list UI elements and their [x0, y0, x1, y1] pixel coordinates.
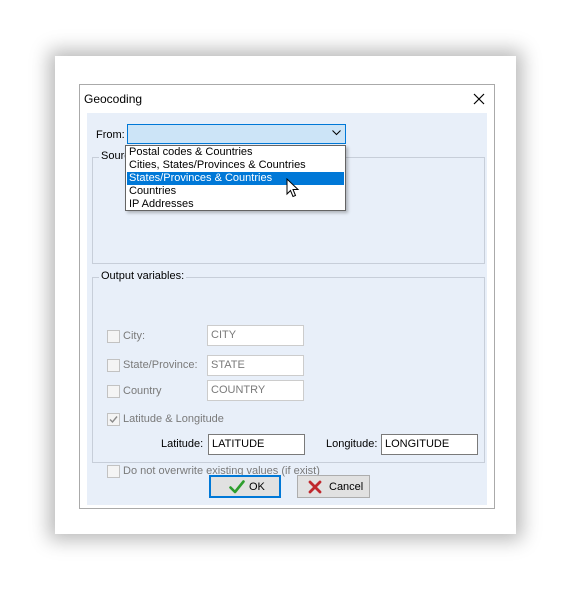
latitude-label: Latitude:: [161, 438, 204, 450]
state-field[interactable]: STATE: [207, 355, 304, 376]
from-option-postal[interactable]: Postal codes & Countries: [127, 146, 344, 159]
longitude-label: Longitude:: [326, 438, 378, 450]
country-field[interactable]: COUNTRY: [207, 380, 304, 401]
latlong-checkbox[interactable]: [107, 413, 120, 426]
no-overwrite-checkbox[interactable]: [107, 465, 120, 478]
from-combobox[interactable]: [127, 124, 346, 144]
ok-button-label: OK: [249, 481, 265, 493]
from-label: From:: [96, 129, 125, 141]
state-label: State/Province:: [123, 359, 198, 371]
output-group-title: Output variables:: [99, 270, 187, 282]
cancel-button-label: Cancel: [329, 481, 364, 493]
mouse-pointer-icon: [286, 178, 300, 198]
latlong-label: Latitude & Longitude: [123, 413, 224, 425]
from-option-cities[interactable]: Cities, States/Provinces & Countries: [127, 159, 344, 172]
country-label: Country: [123, 385, 162, 397]
checkmark-icon: [109, 416, 118, 424]
state-checkbox[interactable]: [107, 359, 120, 372]
city-field[interactable]: CITY: [207, 325, 304, 346]
from-option-ip[interactable]: IP Addresses: [127, 198, 344, 211]
window-title: Geocoding: [84, 92, 143, 106]
cancel-button[interactable]: Cancel: [297, 475, 370, 498]
title-bar: Geocoding: [80, 85, 494, 113]
close-icon: [473, 93, 485, 105]
latitude-field[interactable]: LATITUDE: [208, 434, 305, 455]
ok-button[interactable]: OK: [209, 475, 281, 498]
from-option-states[interactable]: States/Provinces & Countries: [127, 172, 344, 185]
check-icon: [229, 480, 245, 494]
x-icon: [308, 480, 322, 494]
longitude-field[interactable]: LONGITUDE: [381, 434, 478, 455]
close-button[interactable]: [464, 85, 494, 113]
chevron-down-icon: [332, 130, 341, 136]
city-label: City:: [123, 330, 145, 342]
country-checkbox[interactable]: [107, 385, 120, 398]
from-option-countries[interactable]: Countries: [127, 185, 344, 198]
from-dropdown-list: Postal codes & Countries Cities, States/…: [125, 145, 346, 211]
city-checkbox[interactable]: [107, 330, 120, 343]
